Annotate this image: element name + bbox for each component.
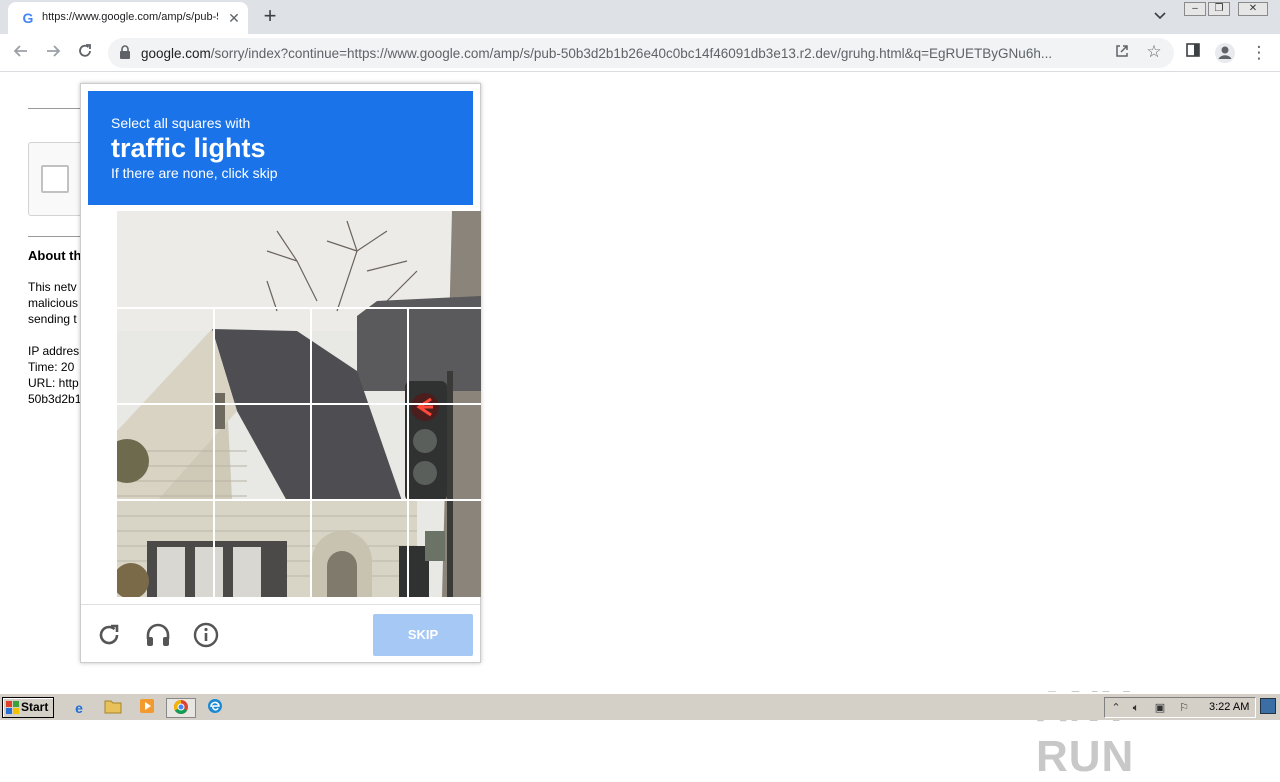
menu-dots-icon[interactable]: ⋮ <box>1248 42 1270 64</box>
grid-tile[interactable] <box>117 403 214 500</box>
grid-tile[interactable] <box>310 403 408 500</box>
chrome-taskbar-icon[interactable] <box>166 698 196 718</box>
tab-search-chevron-icon[interactable] <box>1150 8 1170 26</box>
challenge-target: traffic lights <box>111 133 266 163</box>
new-tab-button[interactable]: + <box>258 5 282 29</box>
recaptcha-challenge-popup: Select all squares with traffic lights I… <box>80 83 481 663</box>
grid-tile[interactable] <box>407 403 481 500</box>
reload-challenge-icon[interactable] <box>95 620 125 650</box>
about-heading: About th <box>28 248 82 263</box>
minimize-button[interactable]: ‒ <box>1184 2 1206 16</box>
close-window-button[interactable]: ✕ <box>1238 2 1268 16</box>
windows-logo-icon <box>6 701 19 714</box>
clock[interactable]: 3:22 AM <box>1209 701 1249 713</box>
grid-tile[interactable] <box>213 499 311 597</box>
footer-divider <box>81 604 480 605</box>
instruction-text: Select all squares with <box>111 115 251 131</box>
tab-title: https://www.google.com/amp/s/pub-50b3d2b… <box>42 11 218 23</box>
forward-arrow-icon[interactable] <box>42 42 64 64</box>
share-icon[interactable] <box>1112 43 1132 63</box>
grid-tile[interactable] <box>407 499 481 597</box>
system-tray: ⌃ 🔈︎ ▣ ⚐ 3:22 AM <box>1104 697 1256 718</box>
network-icon[interactable]: ▣ <box>1153 701 1167 715</box>
info-text-line: URL: http <box>28 376 79 390</box>
recaptcha-anchor[interactable] <box>28 142 88 216</box>
tray-expand-icon[interactable]: ⌃ <box>1109 701 1123 715</box>
start-button[interactable]: Start <box>2 697 54 718</box>
body-text-line: malicious <box>28 296 79 310</box>
reload-icon[interactable] <box>74 42 96 64</box>
browser-toolbar: google.com/sorry/index?continue=https://… <box>0 34 1280 72</box>
image-grid <box>117 211 481 597</box>
challenge-instructions: Select all squares with traffic lights I… <box>88 91 473 205</box>
grid-tile[interactable] <box>407 307 481 404</box>
windows-taskbar: Start e ⌃ 🔈︎ ▣ ⚐ 3:22 AM <box>0 692 1280 720</box>
url-path: /sorry/index?continue=https://www.google… <box>210 46 1053 61</box>
volume-icon[interactable]: 🔈︎ <box>1129 701 1143 715</box>
file-explorer-icon[interactable] <box>102 698 124 718</box>
lock-icon[interactable] <box>118 44 132 60</box>
info-text-line: Time: 20 <box>28 360 75 374</box>
browser-tab[interactable]: G https://www.google.com/amp/s/pub-50b3d… <box>8 2 248 34</box>
tab-strip: G https://www.google.com/amp/s/pub-50b3d… <box>0 0 1280 34</box>
side-panel-icon[interactable] <box>1182 42 1204 64</box>
grid-tile[interactable] <box>213 403 311 500</box>
divider <box>28 236 80 237</box>
restore-button[interactable]: ❐ <box>1208 2 1230 16</box>
audio-challenge-headphones-icon[interactable] <box>143 620 173 650</box>
bookmark-star-icon[interactable]: ☆ <box>1144 42 1164 62</box>
url-host: google.com <box>141 46 211 61</box>
grid-tile[interactable] <box>117 307 214 404</box>
grid-tile[interactable] <box>310 307 408 404</box>
google-favicon-icon: G <box>22 10 34 26</box>
grid-tile[interactable] <box>311 211 408 308</box>
action-center-flag-icon[interactable]: ⚐ <box>1177 701 1191 715</box>
body-text-line: This netv <box>28 280 77 294</box>
show-desktop-button[interactable] <box>1260 698 1276 714</box>
grid-tile[interactable] <box>117 211 214 308</box>
tab-close-icon[interactable]: ✕ <box>226 9 242 27</box>
start-label: Start <box>21 700 49 714</box>
edge-icon[interactable] <box>204 698 226 718</box>
help-info-icon[interactable] <box>191 620 221 650</box>
internet-explorer-icon[interactable]: e <box>68 698 90 718</box>
divider <box>28 108 80 109</box>
grid-tile[interactable] <box>214 211 311 308</box>
info-text-line: 50b3d2b1 <box>28 392 82 406</box>
info-text-line: IP addres <box>28 344 80 358</box>
media-player-icon[interactable] <box>136 698 158 718</box>
body-text-line: sending t <box>28 312 77 326</box>
grid-tile[interactable] <box>213 307 311 404</box>
back-arrow-icon[interactable] <box>10 42 32 64</box>
grid-tile[interactable] <box>310 499 408 597</box>
profile-avatar-icon[interactable] <box>1214 42 1236 64</box>
url-text[interactable]: google.com/sorry/index?continue=https://… <box>141 46 1106 62</box>
grid-tile[interactable] <box>408 211 481 308</box>
address-bar[interactable]: google.com/sorry/index?continue=https://… <box>108 38 1174 68</box>
recaptcha-checkbox[interactable] <box>41 165 69 193</box>
grid-tile[interactable] <box>117 499 214 597</box>
skip-button[interactable]: SKIP <box>373 614 473 656</box>
instruction-hint: If there are none, click skip <box>111 165 278 181</box>
